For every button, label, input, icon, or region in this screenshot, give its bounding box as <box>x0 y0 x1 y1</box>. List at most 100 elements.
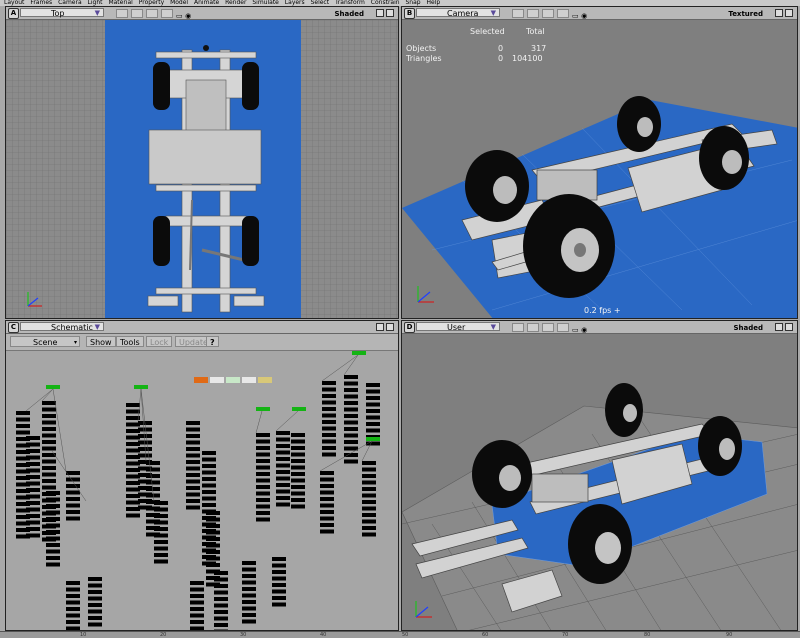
schematic-node[interactable] <box>256 433 270 437</box>
schematic-node[interactable] <box>344 407 358 412</box>
viewport-letter[interactable]: B <box>404 8 415 19</box>
schematic-node[interactable] <box>272 576 286 581</box>
schematic-node[interactable] <box>256 452 270 457</box>
schematic-node[interactable] <box>344 375 358 379</box>
schematic-node-light[interactable] <box>242 377 256 383</box>
schematic-node[interactable] <box>344 414 358 418</box>
schematic-node[interactable] <box>126 442 140 446</box>
schematic-node[interactable] <box>154 559 168 564</box>
schematic-node[interactable] <box>291 504 305 509</box>
schematic-node[interactable] <box>154 533 168 538</box>
schematic-node[interactable] <box>214 577 228 582</box>
schematic-node[interactable] <box>344 453 358 457</box>
schematic-node[interactable] <box>88 596 102 601</box>
schematic-node[interactable] <box>154 514 168 518</box>
schematic-node[interactable] <box>272 589 286 594</box>
schematic-node[interactable] <box>291 439 305 444</box>
schematic-node[interactable] <box>242 606 256 611</box>
schematic-node[interactable] <box>186 486 200 490</box>
schematic-node[interactable] <box>214 623 228 627</box>
schematic-node[interactable] <box>126 500 140 505</box>
schematic-node[interactable] <box>242 580 256 585</box>
schematic-node[interactable] <box>272 570 286 574</box>
schematic-node[interactable] <box>362 500 376 504</box>
schematic-node[interactable] <box>362 487 376 491</box>
schematic-node[interactable] <box>26 488 40 492</box>
layout-icon[interactable] <box>512 323 524 332</box>
schematic-node[interactable] <box>66 477 80 482</box>
schematic-node[interactable] <box>206 524 220 528</box>
schematic-node[interactable] <box>202 464 216 468</box>
viewport-name[interactable]: User ▼ <box>416 322 500 332</box>
schematic-node[interactable] <box>206 556 220 561</box>
viewport-top[interactable]: A Top ▼ ▭ ◉ Shaded <box>5 6 399 319</box>
schematic-node[interactable] <box>126 507 140 511</box>
schematic-node[interactable] <box>26 442 40 447</box>
schematic-node[interactable] <box>46 562 60 567</box>
schematic-node[interactable] <box>138 427 152 432</box>
schematic-node[interactable] <box>186 427 200 432</box>
schematic-node[interactable] <box>186 460 200 464</box>
schematic-node[interactable] <box>276 489 290 494</box>
schematic-node[interactable] <box>320 484 334 488</box>
layout-icon[interactable] <box>131 9 143 18</box>
schematic-node[interactable] <box>66 510 80 514</box>
schematic-node[interactable] <box>46 536 60 541</box>
schematic-node[interactable] <box>214 616 228 621</box>
schematic-node[interactable] <box>202 451 216 455</box>
schematic-node[interactable] <box>88 583 102 588</box>
schematic-node[interactable] <box>154 546 168 551</box>
schematic-node[interactable] <box>272 557 286 561</box>
schematic-node[interactable] <box>66 503 80 508</box>
schematic-node[interactable] <box>256 511 270 515</box>
schematic-node[interactable] <box>276 457 290 461</box>
schematic-node[interactable] <box>362 519 376 524</box>
schematic-node[interactable] <box>242 587 256 591</box>
schematic-node[interactable] <box>46 530 60 534</box>
schematic-node[interactable] <box>322 446 336 450</box>
schematic-node[interactable] <box>322 407 336 411</box>
schematic-node[interactable] <box>88 622 102 627</box>
schematic-node[interactable] <box>126 429 140 433</box>
schematic-node[interactable] <box>242 561 256 565</box>
eye-icon[interactable]: ◉ <box>581 12 587 20</box>
layout-icon[interactable] <box>557 9 569 18</box>
schematic-node[interactable] <box>276 470 290 474</box>
schematic-node[interactable] <box>256 504 270 509</box>
schematic-node[interactable] <box>46 497 60 502</box>
layout-icon[interactable] <box>557 323 569 332</box>
schematic-node[interactable] <box>26 462 40 466</box>
layout-icon[interactable] <box>146 9 158 18</box>
top-view-canvas[interactable] <box>6 20 399 319</box>
schematic-node[interactable] <box>320 516 334 521</box>
schematic-node[interactable] <box>322 439 336 444</box>
schematic-node[interactable] <box>88 603 102 607</box>
layout-icon[interactable] <box>527 9 539 18</box>
schematic-node[interactable] <box>206 511 220 515</box>
schematic-node[interactable] <box>366 396 380 400</box>
schematic-node[interactable] <box>362 467 376 472</box>
schematic-node[interactable] <box>344 394 358 399</box>
schematic-node[interactable] <box>126 474 140 479</box>
schematic-node[interactable] <box>272 596 286 600</box>
camera-view-canvas[interactable] <box>402 20 798 319</box>
schematic-node[interactable] <box>42 472 56 477</box>
schematic-node[interactable] <box>146 474 160 478</box>
schematic-node[interactable] <box>46 523 60 528</box>
schematic-node[interactable] <box>46 510 60 515</box>
monitor-icon[interactable]: ▭ <box>572 12 579 20</box>
schematic-node[interactable] <box>344 388 358 392</box>
viewport-user[interactable]: D User ▼ ▭ ◉ Shaded <box>401 320 798 631</box>
schematic-node[interactable] <box>190 600 204 605</box>
schematic-node[interactable] <box>26 449 40 453</box>
schematic-node[interactable] <box>126 435 140 440</box>
schematic-node[interactable] <box>186 466 200 471</box>
schematic-node[interactable] <box>154 507 168 512</box>
schematic-node[interactable] <box>320 497 334 501</box>
schematic-node[interactable] <box>291 498 305 502</box>
schematic-node[interactable] <box>66 594 80 598</box>
schematic-node[interactable] <box>272 602 286 607</box>
schematic-node[interactable] <box>206 517 220 522</box>
schematic-node-root[interactable] <box>292 407 306 411</box>
schematic-node[interactable] <box>126 409 140 414</box>
